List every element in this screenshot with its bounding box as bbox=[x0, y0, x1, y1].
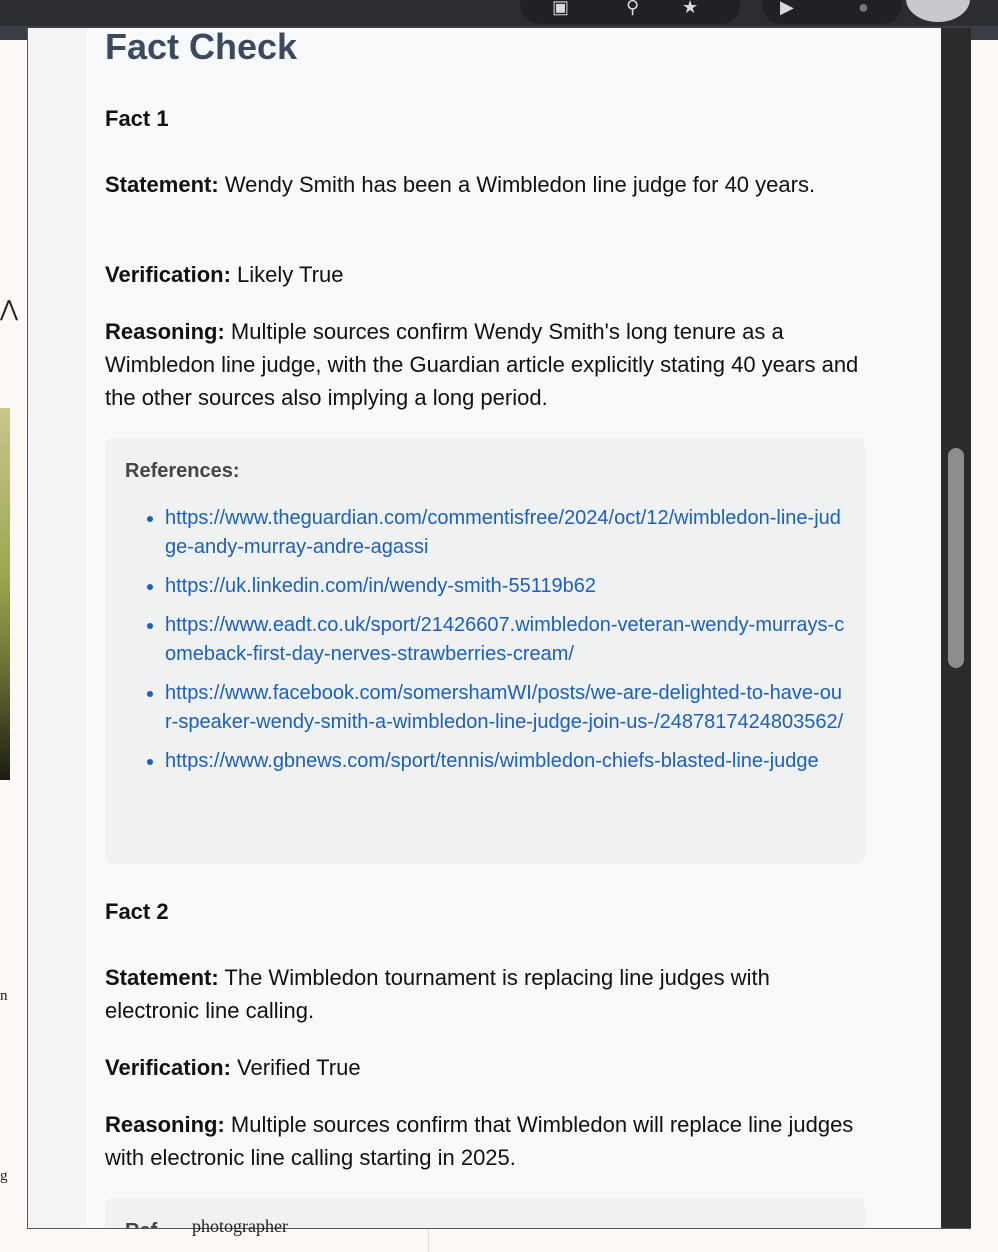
reference-item: https://www.eadt.co.uk/sport/21426607.wi… bbox=[165, 611, 845, 669]
reference-item: https://www.gbnews.com/sport/tennis/wimb… bbox=[165, 747, 845, 776]
profile-avatar[interactable] bbox=[906, 0, 970, 22]
install-app-icon[interactable]: ▣ bbox=[552, 0, 569, 16]
bookmark-star-icon[interactable]: ★ bbox=[682, 0, 698, 16]
page-title: Fact Check bbox=[105, 28, 298, 67]
references-label: References: bbox=[125, 460, 240, 482]
reasoning-label: Reasoning: bbox=[105, 1112, 225, 1137]
statement-label: Statement: bbox=[105, 965, 219, 990]
zoom-icon[interactable]: ⚲ bbox=[626, 0, 639, 16]
extension-icon[interactable]: ▶ bbox=[780, 0, 794, 16]
fact-reasoning: Reasoning: Multiple sources confirm Wend… bbox=[105, 315, 867, 414]
reference-item: https://www.facebook.com/somershamWI/pos… bbox=[165, 679, 845, 737]
fact-reasoning: Reasoning: Multiple sources confirm that… bbox=[105, 1108, 867, 1174]
panel-gutter bbox=[28, 28, 86, 1228]
reference-item: https://uk.linkedin.com/in/wendy-smith-5… bbox=[165, 572, 845, 601]
reference-item: https://www.theguardian.com/commentisfre… bbox=[165, 504, 845, 562]
fact-statement: Statement: The Wimbledon tournament is r… bbox=[105, 961, 867, 1027]
verification-text: Verified True bbox=[237, 1055, 361, 1080]
extension-puzzle-icon[interactable]: ● bbox=[858, 0, 869, 16]
statement-label: Statement: bbox=[105, 172, 219, 197]
reference-link[interactable]: https://www.facebook.com/somershamWI/pos… bbox=[165, 682, 843, 733]
background-page-text: g bbox=[0, 1168, 8, 1184]
panel-scrollbar-thumb[interactable] bbox=[948, 448, 964, 668]
references-list: https://www.theguardian.com/commentisfre… bbox=[125, 504, 845, 786]
reasoning-label: Reasoning: bbox=[105, 319, 225, 344]
reference-link[interactable]: https://www.gbnews.com/sport/tennis/wimb… bbox=[165, 750, 819, 772]
verification-text: Likely True bbox=[237, 262, 344, 287]
verification-label: Verification: bbox=[105, 262, 231, 287]
background-page-text: n bbox=[0, 988, 8, 1004]
references-box: References: https://www.theguardian.com/… bbox=[105, 438, 865, 864]
reference-link[interactable]: https://www.theguardian.com/commentisfre… bbox=[165, 507, 841, 558]
fact-verification: Verification: Likely True bbox=[105, 258, 867, 291]
background-page-glyph: ⋀ bbox=[0, 296, 19, 321]
statement-text: Wendy Smith has been a Wimbledon line ju… bbox=[224, 172, 816, 197]
fact-verification: Verification: Verified True bbox=[105, 1051, 867, 1084]
background-page-caption: photographer bbox=[192, 1216, 288, 1236]
background-page-photo bbox=[0, 408, 10, 780]
reference-link[interactable]: https://www.eadt.co.uk/sport/21426607.wi… bbox=[165, 614, 844, 665]
fact-check-panel: Fact Check Fact 1 Statement: Wendy Smith… bbox=[27, 28, 971, 1229]
references-label: Ref bbox=[125, 1220, 157, 1228]
fact-heading: Fact 1 bbox=[105, 106, 169, 131]
fact-statement: Statement: Wendy Smith has been a Wimble… bbox=[105, 168, 867, 201]
fact-heading: Fact 2 bbox=[105, 899, 169, 924]
verification-label: Verification: bbox=[105, 1055, 231, 1080]
background-page-divider bbox=[428, 1228, 429, 1252]
browser-toolbar: ▣ ⚲ ★ ▶ ● bbox=[0, 0, 998, 28]
reference-link[interactable]: https://uk.linkedin.com/in/wendy-smith-5… bbox=[165, 575, 596, 597]
